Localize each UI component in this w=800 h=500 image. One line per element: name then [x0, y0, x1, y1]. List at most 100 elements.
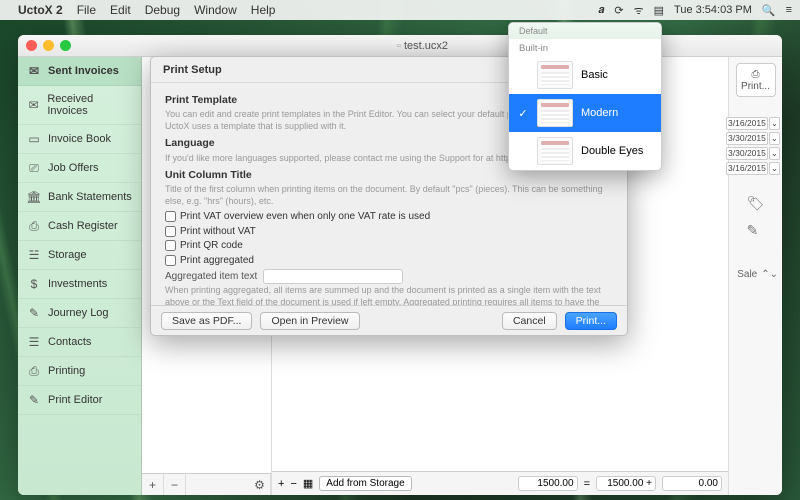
- window-title: test.ucx2: [404, 40, 448, 52]
- sidebar-label: Investments: [48, 278, 107, 290]
- print-button[interactable]: ⎙ Print...: [736, 63, 776, 97]
- dropdown-group: Built-in: [509, 39, 661, 56]
- print-label: Print...: [741, 81, 770, 92]
- sidebar-label: Received Invoices: [47, 93, 133, 117]
- sidebar-label: Journey Log: [48, 307, 109, 319]
- sidebar: ✉ Sent Invoices ✉ Received Invoices ▭Invoice…: [18, 57, 142, 495]
- wifi-icon[interactable]: ᯤ: [634, 3, 644, 18]
- check-icon: ✓: [517, 107, 529, 120]
- save-pdf-button[interactable]: Save as PDF...: [161, 312, 252, 330]
- pencil-icon[interactable]: ✎: [747, 222, 765, 239]
- sheet-title: Print Setup: [163, 64, 222, 76]
- sidebar-label: Cash Register: [48, 220, 118, 232]
- sidebar-label: Bank Statements: [48, 191, 132, 203]
- agg-text-field[interactable]: [263, 269, 403, 284]
- cb-aggregated[interactable]: Print aggregated: [165, 254, 613, 268]
- date-row[interactable]: 3/16/2015⌄: [731, 162, 780, 175]
- remove-button[interactable]: −: [164, 474, 186, 496]
- inspector-pane: ⎙ Print... 3/16/2015⌄ 3/30/2015⌄ 3/30/2015…: [728, 57, 782, 495]
- sidebar-item-job-offers[interactable]: ⎚ Job Offers: [18, 154, 141, 183]
- sidebar-icon: ☰: [26, 335, 42, 349]
- cb-qr[interactable]: Print QR code: [165, 239, 613, 253]
- template-option-basic[interactable]: Basic: [509, 56, 661, 94]
- scripts-icon[interactable]: 𝒂: [598, 4, 604, 17]
- sale-label: Sale: [737, 269, 757, 280]
- template-label: Modern: [581, 107, 618, 119]
- template-thumb: [537, 137, 573, 165]
- flag-icon[interactable]: ▤: [654, 4, 664, 17]
- date-row[interactable]: 3/30/2015⌄: [731, 132, 780, 145]
- sidebar-icon: ⎙: [26, 219, 42, 233]
- clock[interactable]: Tue 3:54:03 PM: [674, 4, 752, 16]
- sidebar-icon: ✎: [26, 306, 42, 320]
- menu-file[interactable]: File: [77, 3, 96, 17]
- notifications-icon[interactable]: ≡: [786, 4, 792, 16]
- amount3-field[interactable]: [662, 476, 722, 491]
- date-row[interactable]: 3/16/2015⌄: [731, 117, 780, 130]
- amount1-field[interactable]: [518, 476, 578, 491]
- tag-icon[interactable]: 🏷: [747, 195, 765, 212]
- sidebar-label: Storage: [48, 249, 87, 261]
- sidebar-item-investments[interactable]: $ Investments: [18, 270, 141, 299]
- sidebar-item-cash-register[interactable]: ⎙ Cash Register: [18, 212, 141, 241]
- sidebar-icon: ✉: [26, 64, 42, 78]
- sidebar-label: Print Editor: [48, 394, 102, 406]
- menu-debug[interactable]: Debug: [145, 3, 180, 17]
- doc-icon: ▫: [397, 40, 404, 52]
- cancel-button[interactable]: Cancel: [502, 312, 557, 330]
- sidebar-item-sent-invoices[interactable]: ✉ Sent Invoices: [18, 57, 141, 86]
- sidebar-icon: ✎: [26, 393, 42, 407]
- template-dropdown[interactable]: Default Built-in Basic✓ModernDouble Eyes: [508, 22, 662, 171]
- sidebar-label: Job Offers: [48, 162, 99, 174]
- spotlight-icon[interactable]: 🔍: [762, 4, 776, 17]
- menu-help[interactable]: Help: [251, 3, 276, 17]
- titlebar: ▫ test.ucx2: [18, 35, 782, 57]
- sidebar-icon: ⎙: [26, 364, 42, 378]
- agg-label: Aggregated item text: [165, 270, 257, 284]
- grid-icon[interactable]: ▦: [303, 477, 313, 490]
- sidebar-label: Contacts: [48, 336, 91, 348]
- cb-without-vat[interactable]: Print without VAT: [165, 225, 613, 239]
- sidebar-item-invoice-book[interactable]: ▭Invoice Book: [18, 125, 141, 154]
- agg-desc: When printing aggregated, all items are …: [165, 284, 613, 305]
- sidebar-icon: ✉: [26, 98, 41, 112]
- template-option-double-eyes[interactable]: Double Eyes: [509, 132, 661, 170]
- sale-row[interactable]: Sale ⌃⌄: [729, 269, 782, 280]
- template-option-modern[interactable]: ✓ Modern: [509, 94, 661, 132]
- sidebar-icon: ⎚: [26, 161, 42, 175]
- refresh-icon[interactable]: ⟳: [614, 4, 623, 17]
- menu-window[interactable]: Window: [194, 3, 237, 17]
- gear-icon[interactable]: ⚙: [249, 474, 271, 496]
- template-label: Double Eyes: [581, 145, 643, 157]
- sidebar-label: Sent Invoices: [48, 65, 119, 77]
- sidebar-item-bank-statements[interactable]: 🏛Bank Statements: [18, 183, 141, 212]
- add-item-button[interactable]: +: [278, 478, 284, 490]
- amount2-field[interactable]: [596, 476, 656, 491]
- stepper-icon[interactable]: ⌃⌄: [761, 269, 778, 280]
- sidebar-item-received-invoices[interactable]: ✉ Received Invoices: [18, 86, 141, 125]
- add-from-storage-button[interactable]: Add from Storage: [319, 476, 411, 491]
- sidebar-label: Invoice Book: [48, 133, 111, 145]
- dates-block: 3/16/2015⌄ 3/30/2015⌄ 3/30/2015⌄ 3/16/2015⌄: [729, 117, 782, 177]
- unit-desc: Title of the first column when printing …: [165, 183, 613, 207]
- add-button[interactable]: +: [142, 474, 164, 496]
- sidebar-icon: $: [26, 277, 42, 291]
- open-preview-button[interactable]: Open in Preview: [260, 312, 359, 330]
- printer-icon: ⎙: [752, 69, 760, 80]
- print-confirm-button[interactable]: Print...: [565, 312, 617, 330]
- template-thumb: [537, 99, 573, 127]
- template-thumb: [537, 61, 573, 89]
- app-menu[interactable]: UctoX 2: [18, 3, 63, 17]
- sidebar-icon: ☱: [26, 248, 42, 262]
- cb-vat-overview[interactable]: Print VAT overview even when only one VA…: [165, 210, 613, 224]
- traffic-lights[interactable]: [26, 40, 71, 51]
- sidebar-item-journey-log[interactable]: ✎ Journey Log: [18, 299, 141, 328]
- date-row[interactable]: 3/30/2015⌄: [731, 147, 780, 160]
- sidebar-item-print-editor[interactable]: ✎ Print Editor: [18, 386, 141, 415]
- remove-item-button[interactable]: −: [290, 478, 296, 490]
- sidebar-item-contacts[interactable]: ☰ Contacts: [18, 328, 141, 357]
- sidebar-label: Printing: [48, 365, 85, 377]
- menu-edit[interactable]: Edit: [110, 3, 131, 17]
- sidebar-item-storage[interactable]: ☱ Storage: [18, 241, 141, 270]
- sidebar-item-printing[interactable]: ⎙ Printing: [18, 357, 141, 386]
